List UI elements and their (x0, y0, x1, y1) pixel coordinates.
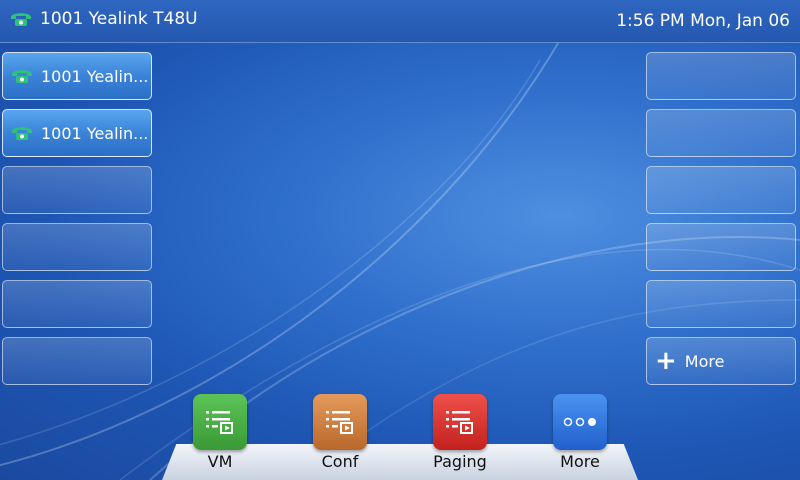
softkey-vm[interactable]: VM (191, 394, 249, 471)
line-key-label: 1001 Yealin... (41, 66, 149, 86)
line-key-5[interactable] (2, 280, 152, 328)
line-key-label: 1001 Yealin... (41, 123, 149, 143)
line-key-9[interactable] (646, 166, 796, 214)
account-title: 1001 Yealink T48U (10, 9, 198, 29)
line-key-8[interactable] (646, 109, 796, 157)
phone-icon (12, 127, 32, 140)
softkey-paging[interactable]: Paging (431, 394, 489, 471)
list-play-icon (206, 411, 233, 434)
status-bar: 1001 Yealink T48U 1:56 PM Mon, Jan 06 (0, 0, 800, 43)
more-tile[interactable] (553, 394, 607, 450)
list-play-icon (326, 411, 353, 434)
line-key-2[interactable]: 1001 Yealin... (2, 109, 152, 157)
line-key-1[interactable]: 1001 Yealin... (2, 52, 152, 100)
line-key-11[interactable] (646, 280, 796, 328)
softkey-more[interactable]: More (551, 394, 609, 471)
phone-icon (12, 70, 32, 83)
softkey-label: Conf (321, 452, 359, 471)
vm-tile[interactable] (193, 394, 247, 450)
softkey-label: VM (207, 452, 233, 471)
more-line-keys-button[interactable]: + More (646, 337, 796, 385)
line-key-7[interactable] (646, 52, 796, 100)
line-key-3[interactable] (2, 166, 152, 214)
phone-icon (11, 13, 31, 26)
conf-tile[interactable] (313, 394, 367, 450)
account-label: 1001 Yealink T48U (40, 9, 198, 29)
more-label: More (684, 351, 725, 371)
line-key-4[interactable] (2, 223, 152, 271)
plus-icon: + (655, 346, 677, 376)
paging-tile[interactable] (433, 394, 487, 450)
datetime: 1:56 PM Mon, Jan 06 (616, 11, 790, 31)
softkey-label: More (560, 452, 600, 471)
softkey-label: Paging (433, 452, 487, 471)
line-key-10[interactable] (646, 223, 796, 271)
dots-icon (563, 417, 596, 427)
softkey-conf[interactable]: Conf (311, 394, 369, 471)
line-key-6[interactable] (2, 337, 152, 385)
list-play-icon (446, 411, 473, 434)
